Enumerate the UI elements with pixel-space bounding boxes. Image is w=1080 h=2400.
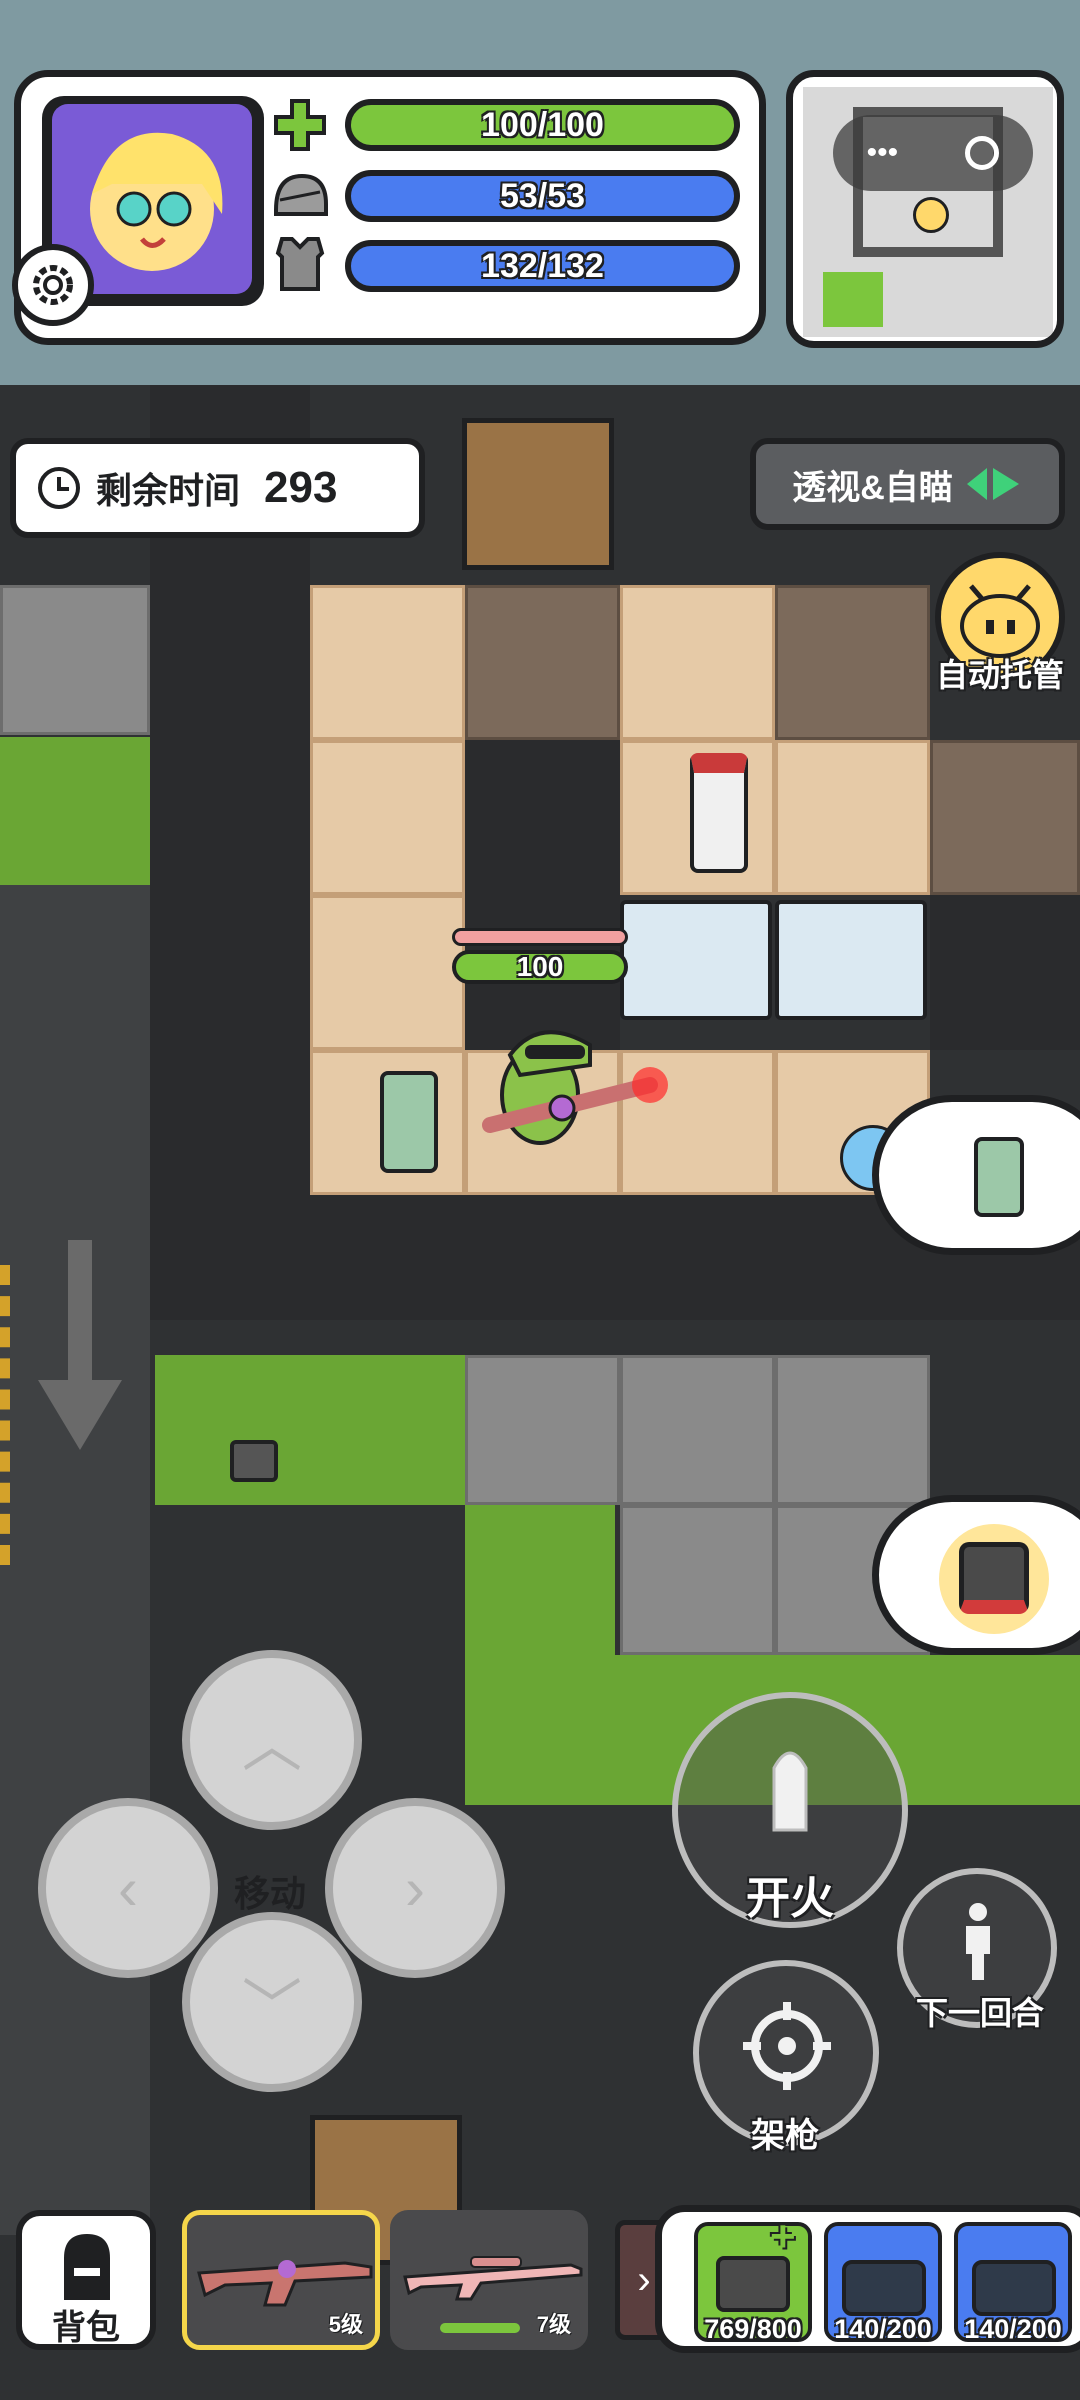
player-hp-bar: 100 xyxy=(452,950,628,984)
floor-tile xyxy=(775,585,930,740)
backpack-label: 背包 xyxy=(52,2309,120,2347)
vending-item[interactable] xyxy=(690,753,748,873)
road xyxy=(0,885,150,2235)
medkit-icon xyxy=(716,2256,790,2312)
floor-tile xyxy=(775,1355,930,1505)
dpad-up-button[interactable]: ︿ xyxy=(182,1650,362,1830)
dpad-right-button[interactable]: › xyxy=(325,1798,505,1978)
weapon-slot-2[interactable]: 7级 xyxy=(390,2210,588,2350)
repair-bag-icon xyxy=(842,2260,926,2316)
floor-tile xyxy=(620,1355,775,1505)
door[interactable] xyxy=(462,418,614,570)
floor-tile xyxy=(620,585,775,740)
chevron-right-icon: › xyxy=(637,2257,651,2302)
bullet-icon xyxy=(772,1751,808,1832)
floor-tile xyxy=(930,740,1080,895)
weapon-1-level: 5级 xyxy=(328,2312,363,2337)
floor-tile xyxy=(310,585,465,740)
armor-vest-icon xyxy=(268,234,332,292)
helmet-repair-count: 140/200 xyxy=(834,2314,932,2344)
open-box-button[interactable] xyxy=(872,1495,1080,1655)
aim-label: 架枪 xyxy=(751,2117,819,2155)
xray-aimbot-button[interactable]: 透视&自瞄 xyxy=(750,438,1065,530)
floor-tile xyxy=(310,895,465,1050)
grass-patch xyxy=(0,737,150,887)
fire-label: 开火 xyxy=(746,1874,834,1923)
more-dots-icon[interactable]: ••• xyxy=(867,136,899,170)
mini-program-capsule[interactable]: ••• xyxy=(833,115,1033,191)
timer-value: 293 xyxy=(264,463,338,512)
repair-bag-icon xyxy=(972,2260,1056,2316)
health-cross-icon xyxy=(268,96,332,154)
floor-tile xyxy=(620,1505,775,1655)
backpack-icon xyxy=(64,2234,110,2300)
timer-label: 剩余时间 xyxy=(96,470,241,511)
game-map[interactable]: 100 xyxy=(0,385,1080,2400)
clock-icon xyxy=(38,467,80,509)
minimap-player-marker xyxy=(913,197,949,233)
gear-icon xyxy=(33,265,73,305)
move-label: 移动 xyxy=(233,1873,306,1914)
road-marking xyxy=(0,1265,12,1565)
helmet-icon xyxy=(268,167,332,225)
person-icon xyxy=(966,1903,990,1980)
close-target-icon[interactable] xyxy=(965,136,1000,170)
floor-tile xyxy=(465,1355,620,1505)
xray-label: 透视&自瞄 xyxy=(792,468,953,507)
time-remaining-panel: 剩余时间 293 xyxy=(10,438,425,538)
glass-window xyxy=(775,900,927,1020)
road-arrow-icon xyxy=(38,1240,122,1450)
auto-play-label: 自动托管 xyxy=(935,657,1064,693)
weapon-slot-1[interactable]: 5级 xyxy=(182,2210,380,2350)
floor-tile xyxy=(465,585,620,740)
player-crocodile[interactable] xyxy=(470,985,670,1165)
chevron-left-icon: ‹ xyxy=(118,1854,138,1922)
chevron-up-icon: ︿ xyxy=(242,1711,302,1779)
assault-rifle-icon xyxy=(197,2260,373,2307)
chevron-right-icon: › xyxy=(405,1854,425,1922)
crosshair-icon xyxy=(743,2002,831,2090)
sniper-rifle-icon xyxy=(403,2256,583,2301)
box-icon xyxy=(959,1542,1029,1614)
weapon-2-level: 7级 xyxy=(536,2312,571,2337)
plus-icon: + xyxy=(770,2212,796,2261)
weapon-2-durability-bar xyxy=(440,2323,520,2333)
armor-repair-count: 140/200 xyxy=(964,2314,1062,2344)
suitcase-loot[interactable] xyxy=(380,1071,438,1173)
medkit-count: 769/800 xyxy=(704,2314,802,2344)
minimap[interactable]: ••• xyxy=(786,70,1064,348)
play-arrow-icon xyxy=(966,468,1019,500)
player-ammo-bar xyxy=(452,928,628,946)
armor-bar: 132/132 xyxy=(345,240,740,292)
floor-tile xyxy=(775,740,930,895)
helmet-bar: 53/53 xyxy=(345,170,740,222)
minimap-grass xyxy=(823,272,883,327)
grass-patch xyxy=(155,1355,465,1505)
dpad-left-button[interactable]: ‹ xyxy=(38,1798,218,1978)
health-bar: 100/100 xyxy=(345,99,740,151)
chevron-down-icon: ﹀ xyxy=(242,1973,302,2041)
settings-button[interactable] xyxy=(12,244,94,326)
suitcase-icon xyxy=(974,1137,1024,1217)
pickup-suitcase-button[interactable] xyxy=(872,1095,1080,1255)
wall xyxy=(930,895,1080,1050)
ammo-box[interactable] xyxy=(230,1440,278,1482)
dpad-down-button[interactable]: ﹀ xyxy=(182,1912,362,2092)
grass-patch xyxy=(465,1505,615,1805)
floor-tile xyxy=(0,585,150,735)
next-round-label: 下一回合 xyxy=(915,1995,1044,2031)
floor-tile xyxy=(310,740,465,895)
